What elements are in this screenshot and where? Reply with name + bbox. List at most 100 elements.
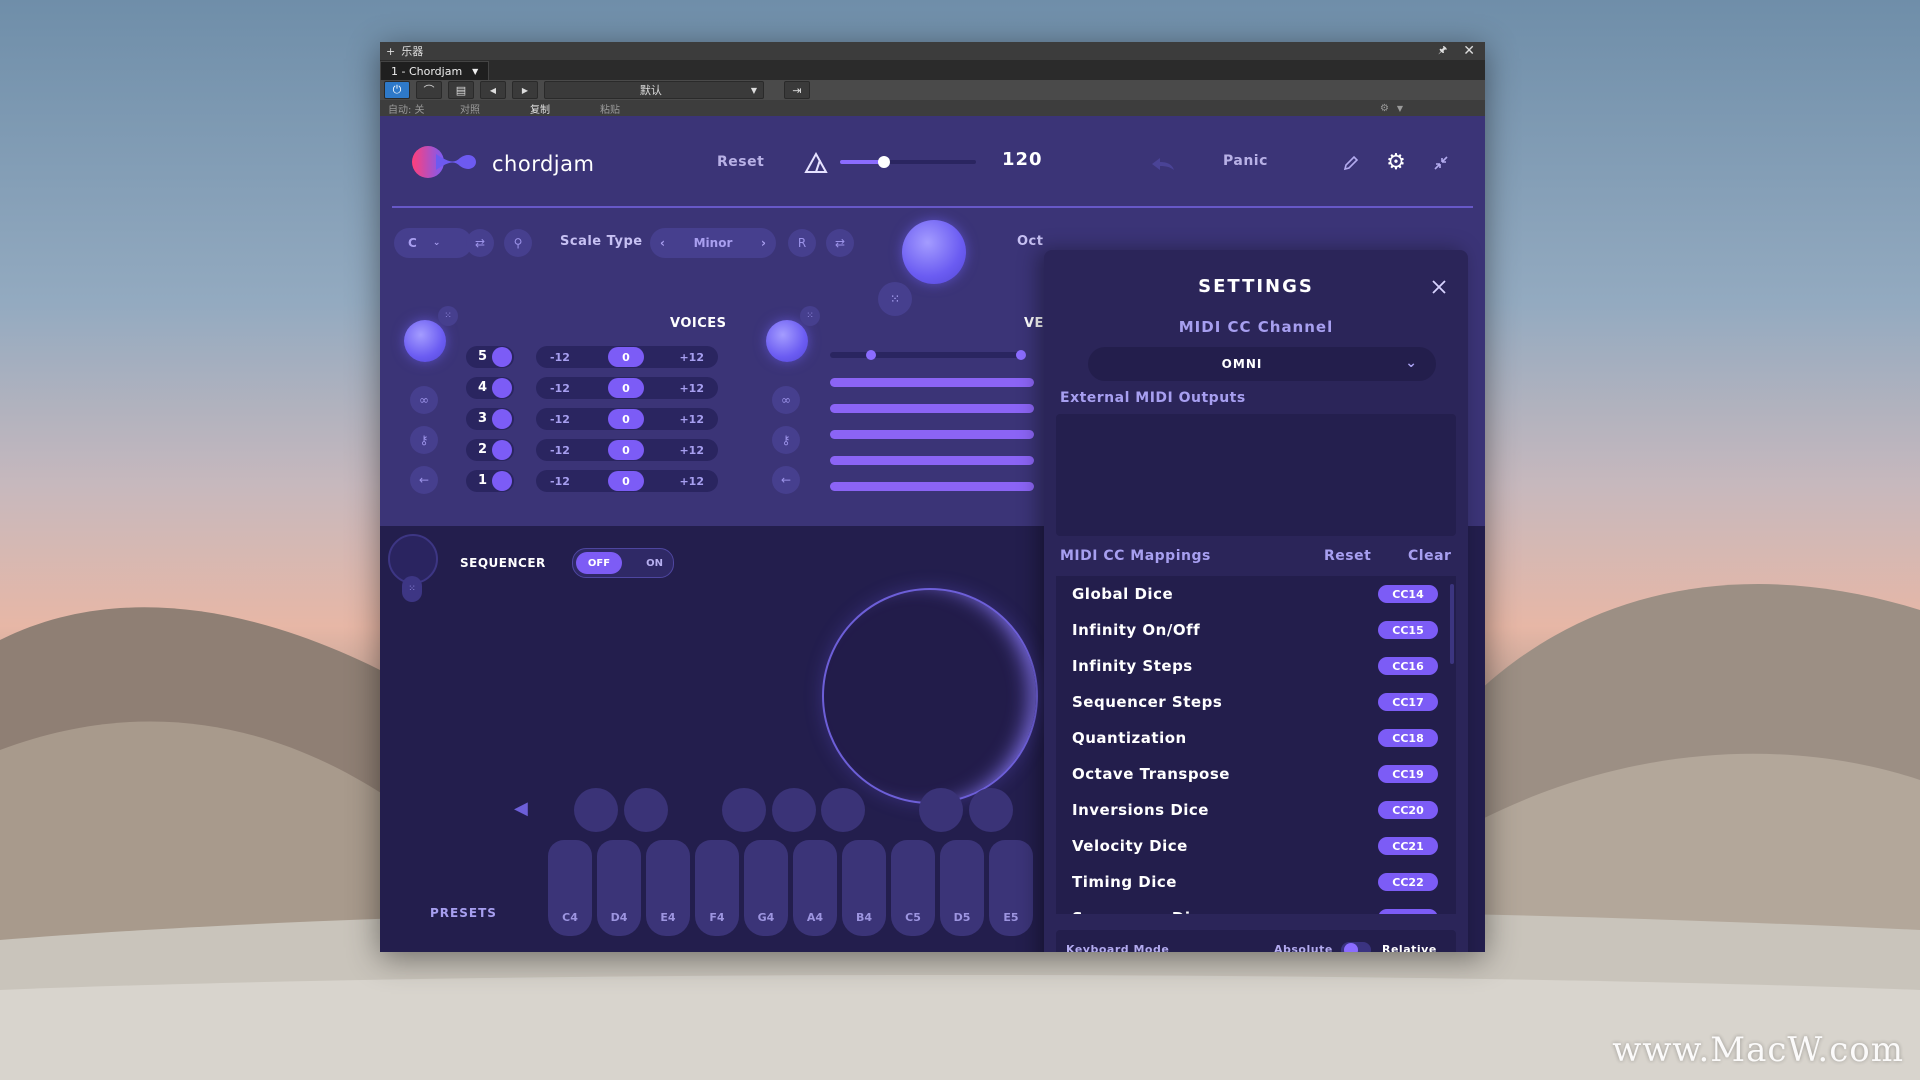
panic-button[interactable]: Panic [1223, 153, 1268, 169]
presets-button[interactable]: PRESETS [430, 906, 497, 920]
scale-select[interactable]: ‹ Minor › [650, 228, 776, 258]
tempo-slider[interactable] [840, 156, 976, 168]
cc-mapping-row[interactable]: Global Dice CC14 [1056, 576, 1456, 612]
gear-icon[interactable]: ⚙ [1384, 150, 1408, 175]
collapse-icon[interactable] [1432, 154, 1450, 172]
preset-select[interactable]: 默认 ▼ [544, 81, 764, 99]
cc-mapping-row[interactable]: Quantization CC18 [1056, 720, 1456, 756]
cc-mapping-row[interactable]: Octave Transpose CC19 [1056, 756, 1456, 792]
velocity-dice-knob[interactable] [766, 320, 808, 362]
white-key-d4[interactable]: D4 [597, 840, 641, 936]
white-key-b4[interactable]: B4 [842, 840, 886, 936]
sequencer-on[interactable]: ON [646, 552, 663, 574]
transpose-value[interactable]: 0 [608, 440, 644, 460]
pin-icon[interactable]: 🖈 [1438, 43, 1447, 60]
velocity-bar[interactable] [830, 404, 1034, 413]
range-thumb-high[interactable] [1016, 350, 1026, 360]
cc-mapping-badge[interactable]: CC21 [1378, 837, 1438, 855]
randomize-scale-button[interactable]: R [788, 229, 816, 257]
velocity-infinity-button[interactable]: ∞ [772, 386, 800, 414]
routing-button[interactable]: ⇥ [784, 81, 810, 99]
cc-mapping-badge[interactable]: CC18 [1378, 729, 1438, 747]
paste-label[interactable]: 粘贴 [600, 101, 620, 116]
cc-mapping-row[interactable]: Infinity On/Off CC15 [1056, 612, 1456, 648]
cc-mapping-badge[interactable]: CC20 [1378, 801, 1438, 819]
voices-back-button[interactable]: ← [410, 466, 438, 494]
sequencer-toggle[interactable]: OFF ON [572, 548, 674, 578]
prev-preset-button[interactable]: ◀ [480, 81, 506, 99]
midi-channel-dropdown[interactable]: OMNI ⌄ [1088, 347, 1436, 381]
cc-mapping-row[interactable]: Sequencer Dice CC23 [1056, 900, 1456, 914]
velocity-dice-button[interactable]: ⁙ [800, 306, 820, 326]
preset-menu-button[interactable]: ▤ [448, 81, 474, 99]
voice-enabled-dot[interactable] [492, 378, 512, 398]
cc-mapping-badge[interactable]: CC14 [1378, 585, 1438, 603]
power-button[interactable]: ⏻ [384, 81, 410, 99]
chevron-left-icon[interactable]: ‹ [660, 236, 665, 250]
voices-dice-knob[interactable] [404, 320, 446, 362]
velocity-bar[interactable] [830, 482, 1034, 491]
cc-mapping-row[interactable]: Timing Dice CC22 [1056, 864, 1456, 900]
external-midi-outputs-list[interactable] [1056, 414, 1456, 536]
cc-mapping-badge[interactable]: CC17 [1378, 693, 1438, 711]
copy-label[interactable]: 复制 [530, 101, 600, 116]
voice-enabled-dot[interactable] [492, 471, 512, 491]
black-key[interactable] [969, 788, 1013, 832]
white-key-g4[interactable]: G4 [744, 840, 788, 936]
gear-icon[interactable]: ⚙ [1380, 103, 1389, 114]
cc-mapping-badge[interactable]: CC16 [1378, 657, 1438, 675]
swap-key-button[interactable]: ⇄ [466, 229, 494, 257]
compare-label[interactable]: 对照 [460, 101, 530, 116]
voice-enabled-dot[interactable] [492, 440, 512, 460]
tempo-value[interactable]: 120 [1002, 149, 1043, 170]
black-key[interactable] [772, 788, 816, 832]
velocity-bar[interactable] [830, 430, 1034, 439]
close-icon[interactable] [1428, 276, 1450, 298]
cc-mapping-badge[interactable]: CC15 [1378, 621, 1438, 639]
black-key[interactable] [821, 788, 865, 832]
velocity-bar[interactable] [830, 456, 1034, 465]
cc-mapping-badge[interactable]: CC19 [1378, 765, 1438, 783]
velocity-bar[interactable] [830, 378, 1034, 387]
transpose-value[interactable]: 0 [608, 347, 644, 367]
white-key-e4[interactable]: E4 [646, 840, 690, 936]
voices-key-button[interactable]: ⚷ [410, 426, 438, 454]
range-thumb-low[interactable] [866, 350, 876, 360]
close-icon[interactable]: ✕ [1463, 43, 1475, 59]
search-button[interactable]: ⚲ [504, 229, 532, 257]
relative-option[interactable]: Relative [1382, 943, 1437, 952]
white-key-e5[interactable]: E5 [989, 840, 1033, 936]
voices-dice-button[interactable]: ⁙ [438, 306, 458, 326]
keyboard-scroll-left[interactable]: ◀ [514, 798, 528, 819]
transpose-value[interactable]: 0 [608, 378, 644, 398]
cc-mapping-row[interactable]: Inversions Dice CC20 [1056, 792, 1456, 828]
velocity-key-button[interactable]: ⚷ [772, 426, 800, 454]
absolute-option[interactable]: Absolute [1274, 943, 1333, 952]
black-key[interactable] [574, 788, 618, 832]
add-icon[interactable]: + [386, 45, 395, 58]
tab-chordjam[interactable]: 1 - Chordjam ▼ [380, 61, 490, 80]
key-select[interactable]: C ⌄ [394, 228, 472, 258]
cc-mapping-row[interactable]: Sequencer Steps CC17 [1056, 684, 1456, 720]
chevron-right-icon[interactable]: › [761, 236, 766, 250]
tempo-slider-thumb[interactable] [877, 156, 890, 168]
next-preset-button[interactable]: ▶ [512, 81, 538, 99]
pencil-icon[interactable] [1342, 154, 1360, 172]
sequencer-off[interactable]: OFF [576, 552, 622, 574]
cc-mapping-row[interactable]: Infinity Steps CC16 [1056, 648, 1456, 684]
velocity-back-button[interactable]: ← [772, 466, 800, 494]
white-key-a4[interactable]: A4 [793, 840, 837, 936]
undo-icon[interactable] [1150, 156, 1176, 172]
dice-button[interactable]: ⁙ [878, 282, 912, 316]
black-key[interactable] [624, 788, 668, 832]
chevron-down-icon[interactable]: ▼ [1397, 104, 1403, 113]
voices-infinity-button[interactable]: ∞ [410, 386, 438, 414]
sequencer-dice-button[interactable]: ⁙ [402, 576, 422, 602]
reset-button[interactable]: Reset [717, 154, 764, 170]
white-key-c5[interactable]: C5 [891, 840, 935, 936]
mappings-clear-button[interactable]: Clear [1408, 548, 1451, 564]
black-key[interactable] [722, 788, 766, 832]
white-key-c4[interactable]: C4 [548, 840, 592, 936]
transpose-value[interactable]: 0 [608, 471, 644, 491]
voice-enabled-dot[interactable] [492, 347, 512, 367]
